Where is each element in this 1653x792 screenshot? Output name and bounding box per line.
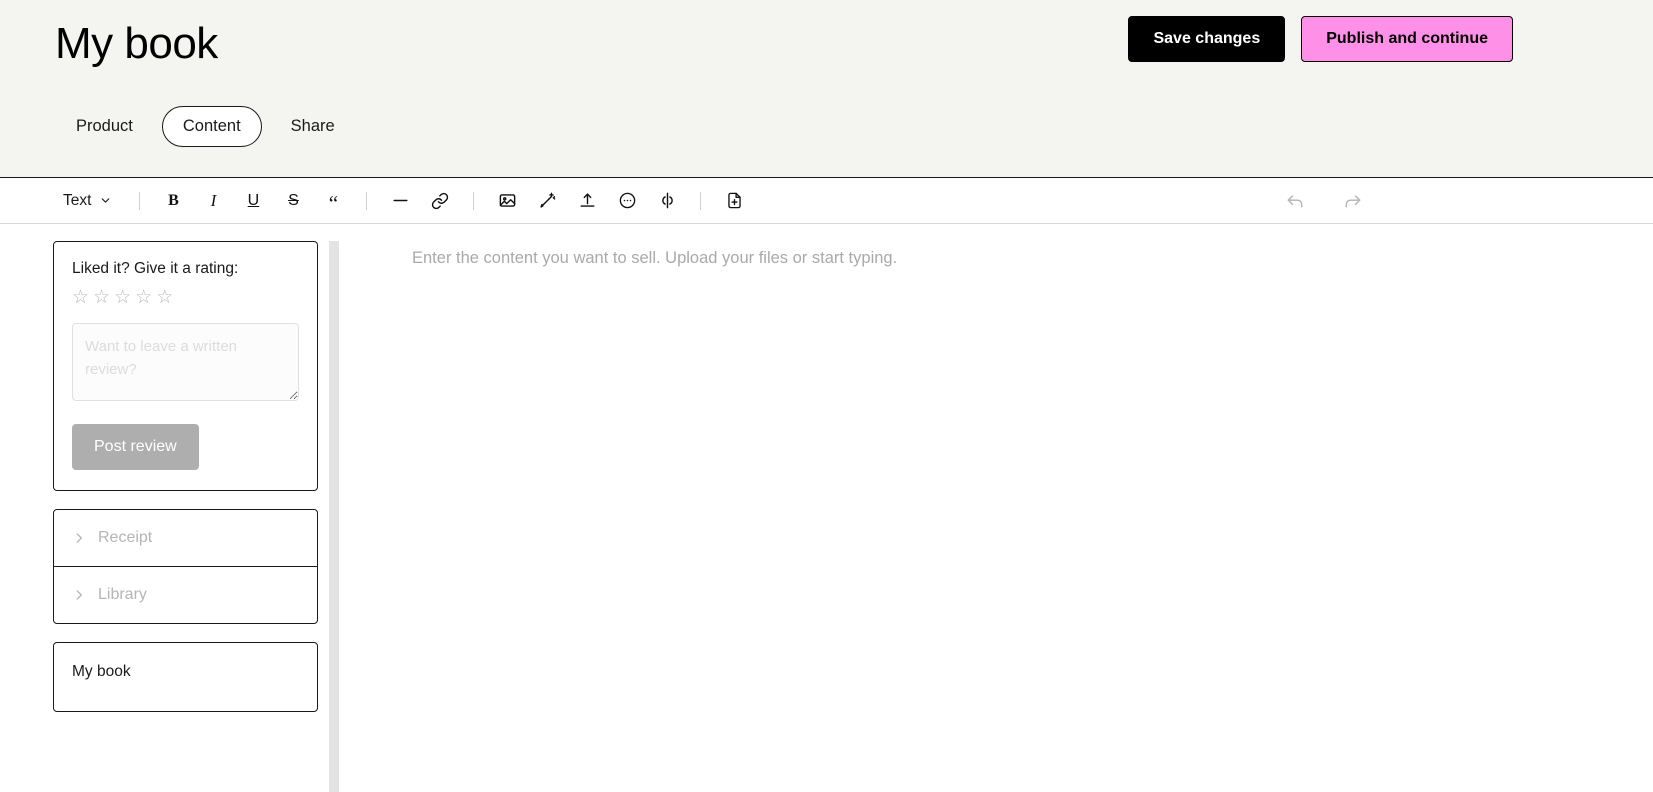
review-card-title: Liked it? Give it a rating: (72, 260, 239, 277)
book-card[interactable]: My book (53, 641, 318, 712)
star-icon-3[interactable]: ☆ (114, 288, 131, 307)
tab-bar: Product Content Share (55, 106, 356, 147)
upload-files-button[interactable] (572, 186, 602, 216)
italic-button[interactable]: I (198, 186, 228, 216)
review-card: Liked it? Give it a rating: ☆ ☆ ☆ ☆ ☆ Po… (53, 241, 318, 491)
star-icon-2[interactable]: ☆ (93, 288, 110, 307)
workspace: Liked it? Give it a rating: ☆ ☆ ☆ ☆ ☆ Po… (0, 224, 1653, 792)
star-rating[interactable]: ☆ ☆ ☆ ☆ ☆ (72, 288, 299, 307)
page-title: My book (55, 19, 218, 68)
star-icon-5[interactable]: ☆ (156, 288, 173, 307)
review-textarea[interactable] (72, 323, 299, 401)
editor-toolbar: Text B I U S “ (0, 178, 1653, 224)
insert-link-button[interactable] (425, 186, 455, 216)
content-editor[interactable]: Enter the content you want to sell. Uplo… (338, 224, 1653, 792)
redo-icon (1343, 191, 1363, 211)
link-icon (431, 192, 449, 210)
insert-button-group (380, 186, 460, 216)
undo-button[interactable] (1280, 186, 1310, 216)
format-button-group: B I U S “ (153, 186, 353, 216)
accordion-receipt[interactable]: Receipt (54, 510, 317, 566)
text-style-label: Text (63, 191, 92, 209)
ai-generate-button[interactable] (532, 186, 562, 216)
toolbar-divider (473, 191, 475, 210)
embed-icon (658, 191, 677, 210)
sidebar-scrollbar[interactable] (329, 241, 339, 792)
image-icon (498, 191, 517, 210)
chevron-right-icon (72, 588, 86, 602)
upload-icon (578, 191, 597, 210)
horizontal-rule-button[interactable] (385, 186, 415, 216)
undo-icon (1285, 191, 1305, 211)
chevron-right-icon (72, 531, 86, 545)
toolbar-divider (139, 191, 141, 210)
header-action-buttons: Save changes Publish and continue (1128, 16, 1513, 63)
accordion-receipt-label: Receipt (98, 528, 153, 546)
file-button-group (714, 186, 754, 216)
tab-share[interactable]: Share (270, 106, 356, 147)
horizontal-rule-icon (391, 191, 410, 210)
text-style-select[interactable]: Text (57, 186, 120, 216)
blockquote-button[interactable]: “ (318, 186, 348, 216)
sidebar-scroll-content: Liked it? Give it a rating: ☆ ☆ ☆ ☆ ☆ Po… (53, 241, 318, 712)
bold-button[interactable]: B (158, 186, 188, 216)
accordion-library[interactable]: Library (54, 565, 317, 623)
post-review-button[interactable]: Post review (72, 424, 199, 470)
file-icon (725, 191, 744, 210)
insert-file-button[interactable] (719, 186, 749, 216)
redo-button[interactable] (1338, 186, 1368, 216)
star-icon-1[interactable]: ☆ (72, 288, 89, 307)
toolbar-divider (700, 191, 702, 210)
editor-placeholder: Enter the content you want to sell. Uplo… (412, 249, 898, 267)
page-header: My book Save changes Publish and continu… (0, 0, 1653, 178)
publish-and-continue-button[interactable]: Publish and continue (1301, 16, 1513, 63)
chevron-down-icon (99, 194, 112, 207)
more-options-button[interactable] (612, 186, 642, 216)
insert-image-button[interactable] (492, 186, 522, 216)
tab-product[interactable]: Product (55, 106, 154, 147)
media-button-group (487, 186, 687, 216)
book-card-title: My book (72, 662, 131, 680)
save-changes-button[interactable]: Save changes (1128, 16, 1286, 63)
circle-ellipsis-icon (618, 191, 637, 210)
star-icon-4[interactable]: ☆ (135, 288, 152, 307)
insert-embed-button[interactable] (652, 186, 682, 216)
content-sidebar: Liked it? Give it a rating: ☆ ☆ ☆ ☆ ☆ Po… (0, 224, 339, 792)
history-button-group (1275, 186, 1373, 216)
accordion-library-label: Library (98, 585, 147, 603)
toolbar-divider (366, 191, 368, 210)
underline-button[interactable]: U (238, 186, 268, 216)
strikethrough-button[interactable]: S (278, 186, 308, 216)
purchase-accordions: Receipt Library (53, 508, 318, 624)
tab-content[interactable]: Content (161, 106, 262, 147)
magic-wand-icon (538, 191, 557, 210)
